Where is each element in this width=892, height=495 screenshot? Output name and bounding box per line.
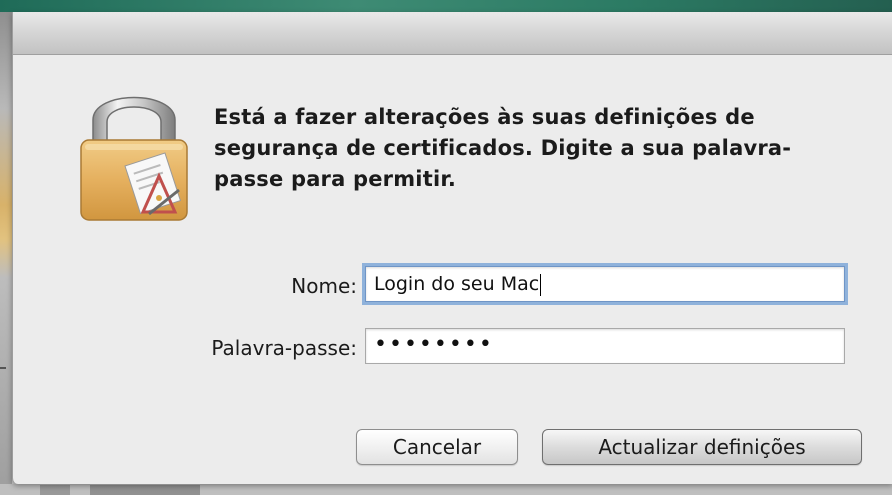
dialog-titlebar[interactable] — [13, 12, 892, 55]
background-mark — [0, 367, 6, 369]
name-label: Nome: — [291, 274, 357, 298]
cancel-button[interactable]: Cancelar — [356, 429, 518, 465]
background-window-edge — [0, 12, 12, 495]
dialog-message: Está a fazer alterações às suas definiçõ… — [214, 105, 792, 191]
background-text-fragment — [40, 485, 340, 495]
password-label: Palavra-passe: — [211, 336, 357, 360]
password-input[interactable]: •••••••• — [365, 328, 845, 364]
name-value: Login do seu Mac — [374, 273, 540, 295]
authentication-dialog: Está a fazer alterações às suas definiçõ… — [12, 12, 892, 484]
name-input[interactable]: Login do seu Mac — [362, 263, 848, 305]
lock-icon — [75, 80, 193, 226]
update-settings-button[interactable]: Actualizar definições — [542, 429, 862, 465]
text-caret — [540, 273, 542, 296]
background-window-strip — [0, 0, 892, 12]
password-value: •••••••• — [374, 332, 494, 357]
